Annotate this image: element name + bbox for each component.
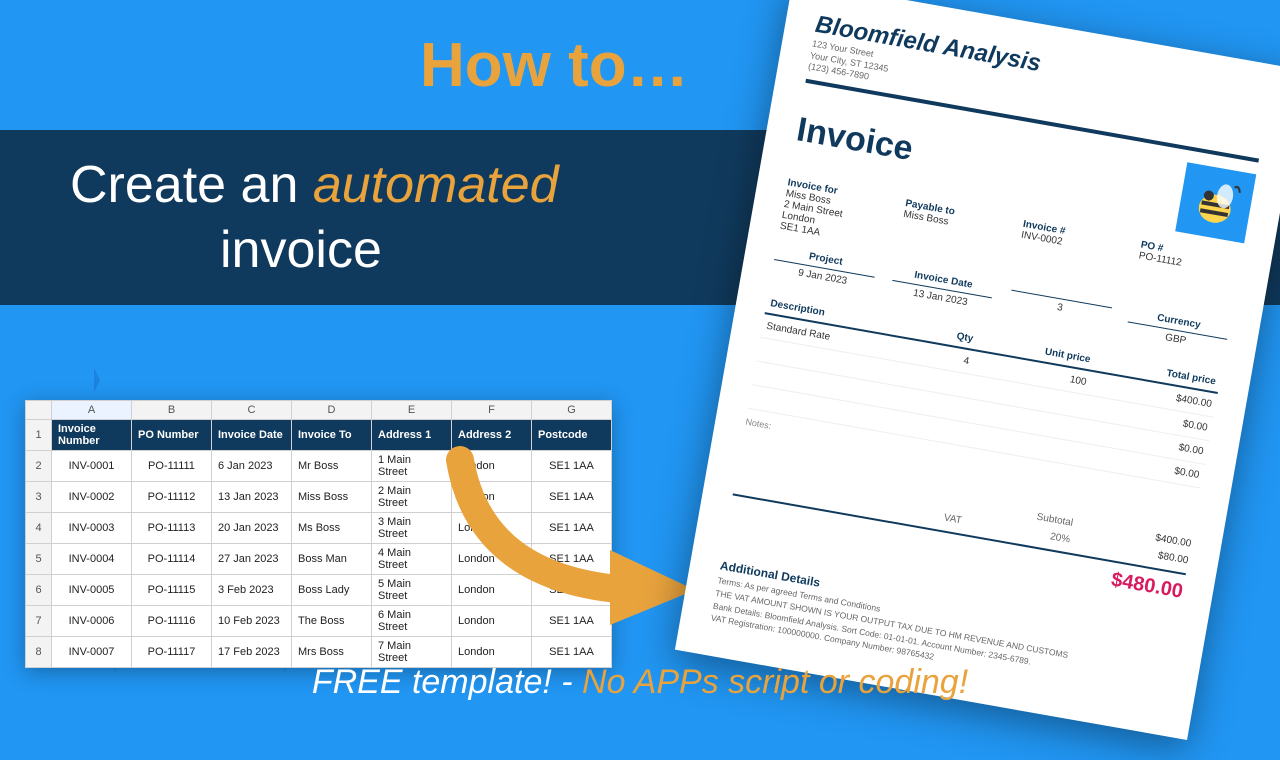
footer-part2: No APPs script or coding!: [582, 663, 968, 701]
footer-part1: FREE template! -: [312, 663, 582, 701]
sheet-cell: Miss Boss: [292, 482, 372, 513]
sheet-cell: 10 Feb 2023: [212, 606, 292, 637]
sheet-cell: PO-11115: [132, 575, 212, 606]
sheet-header-cell: PO Number: [132, 420, 212, 451]
sheet-cell: PO-11114: [132, 544, 212, 575]
sheet-cell: 3 Feb 2023: [212, 575, 292, 606]
sheet-cell: INV-0004: [52, 544, 132, 575]
sheet-cell: Ms Boss: [292, 513, 372, 544]
sheet-header-cell: Invoice Date: [212, 420, 292, 451]
sheet-header-cell: Invoice To: [292, 420, 372, 451]
sheet-cell: 6 Jan 2023: [212, 451, 292, 482]
sheet-cell: PO-11116: [132, 606, 212, 637]
invoice-preview: Bloomfield Analysis 123 Your Street Your…: [675, 0, 1280, 740]
sheet-cell: 27 Jan 2023: [212, 544, 292, 575]
heading-accent: automated: [313, 156, 559, 214]
sheet-cell: Boss Man: [292, 544, 372, 575]
corner-cell: [26, 401, 52, 420]
grand-total: $480.00: [1092, 566, 1185, 604]
sheet-cell: Boss Lady: [292, 575, 372, 606]
arrow-icon: [440, 440, 720, 630]
sheet-cell: Mr Boss: [292, 451, 372, 482]
col-header: F: [452, 401, 532, 420]
bee-logo-icon: [1175, 162, 1256, 243]
sheet-header-cell: Invoice Number: [52, 420, 132, 451]
heading-post: invoice: [70, 221, 382, 279]
invoice-title: Invoice: [794, 110, 916, 169]
col-header: B: [132, 401, 212, 420]
sheet-cell: 13 Jan 2023: [212, 482, 292, 513]
sheet-cell: PO-11112: [132, 482, 212, 513]
sheet-cell: INV-0005: [52, 575, 132, 606]
heading-pre: Create an: [70, 156, 313, 214]
sheet-cell: INV-0006: [52, 606, 132, 637]
footer-tagline: FREE template! - No APPs script or codin…: [0, 663, 1280, 702]
sheet-cell: 20 Jan 2023: [212, 513, 292, 544]
sheet-cell: INV-0003: [52, 513, 132, 544]
col-header: C: [212, 401, 292, 420]
sheet-cell: PO-11111: [132, 451, 212, 482]
col-header: G: [532, 401, 612, 420]
col-header: D: [292, 401, 372, 420]
sheet-cell: The Boss: [292, 606, 372, 637]
main-heading: Create an automated invoice: [70, 153, 559, 283]
col-header: A: [52, 401, 132, 420]
sheet-cell: PO-11113: [132, 513, 212, 544]
col-header: E: [372, 401, 452, 420]
sheet-cell: INV-0001: [52, 451, 132, 482]
kicker-text: How to…: [420, 30, 689, 101]
sheet-cell: INV-0002: [52, 482, 132, 513]
